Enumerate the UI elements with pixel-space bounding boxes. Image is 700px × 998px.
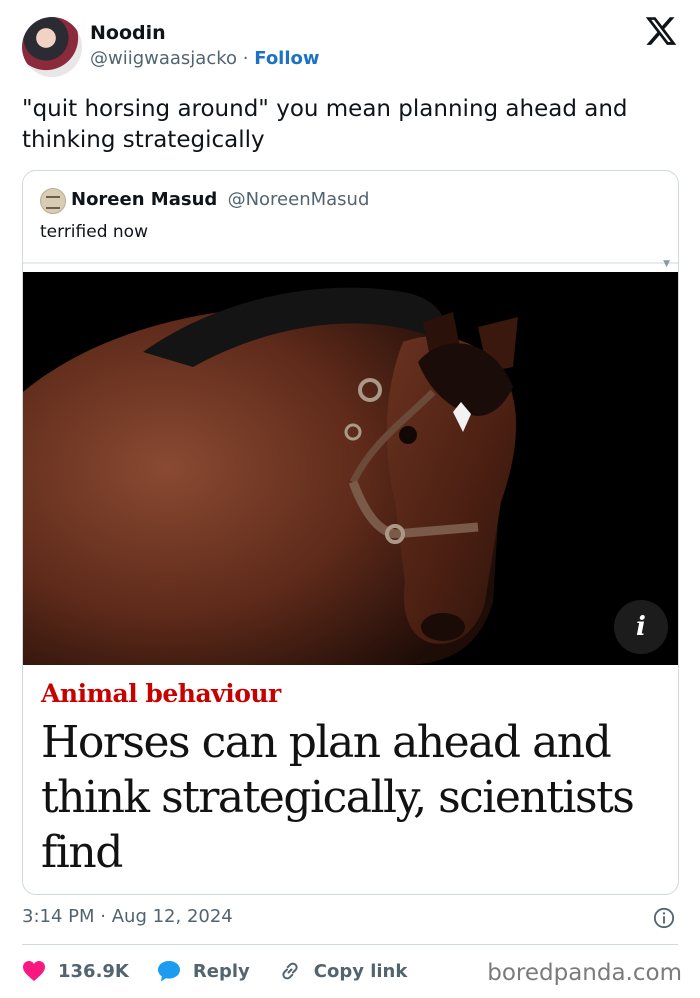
quoted-author-handle: @NoreenMasud <box>227 189 370 210</box>
footer-divider <box>22 944 678 945</box>
handle-separator: · <box>242 48 249 69</box>
reply-label: Reply <box>192 960 250 982</box>
tweet-date[interactable]: Aug 12, 2024 <box>112 906 233 927</box>
author-handle-row: @wiigwaasjacko · Follow <box>90 48 320 69</box>
like-count: 136.9K <box>58 960 129 982</box>
quoted-tweet-text: terrified now <box>40 222 148 242</box>
author-handle[interactable]: @wiigwaasjacko <box>90 48 237 69</box>
article-headline: Horses can plan ahead and think strategi… <box>41 717 635 878</box>
speech-bubble-icon <box>157 961 180 982</box>
tweet-time[interactable]: 3:14 PM <box>22 906 95 927</box>
copy-link-button[interactable]: Copy link <box>278 959 408 983</box>
horse-photo[interactable] <box>23 272 678 665</box>
quoted-author-row: Noreen Masud @NoreenMasud <box>71 189 369 210</box>
link-icon <box>282 962 298 980</box>
follow-button[interactable]: Follow <box>254 48 319 69</box>
info-circle-icon[interactable] <box>653 907 675 929</box>
image-info-button[interactable]: i <box>614 600 668 654</box>
like-button[interactable]: 136.9K <box>22 960 129 982</box>
quoted-author-name: Noreen Masud <box>71 189 218 210</box>
tweet-timestamp[interactable]: 3:14 PM · Aug 12, 2024 <box>22 906 233 927</box>
horse-illustration <box>23 272 678 665</box>
tweet-card: Noodin @wiigwaasjacko · Follow "quit hor… <box>0 0 700 998</box>
timestamp-separator: · <box>100 906 106 927</box>
author-name[interactable]: Noodin <box>90 22 166 44</box>
heart-icon <box>23 961 45 981</box>
tweet-text: "quit horsing around" you mean planning … <box>22 96 628 153</box>
dropdown-caret-icon: ▼ <box>663 259 670 269</box>
author-avatar[interactable] <box>22 17 82 77</box>
quoted-author-avatar <box>40 188 66 214</box>
x-logo-icon[interactable] <box>644 14 678 48</box>
copy-link-label: Copy link <box>313 960 408 982</box>
article-kicker: Animal behaviour <box>41 679 281 708</box>
watermark: boredpanda.com <box>487 960 682 986</box>
quoted-divider <box>23 262 678 264</box>
quoted-tweet[interactable]: Noreen Masud @NoreenMasud terrified now … <box>22 170 679 895</box>
reply-button[interactable]: Reply <box>157 960 250 982</box>
action-bar: 136.9K Reply Copy link <box>22 958 435 984</box>
